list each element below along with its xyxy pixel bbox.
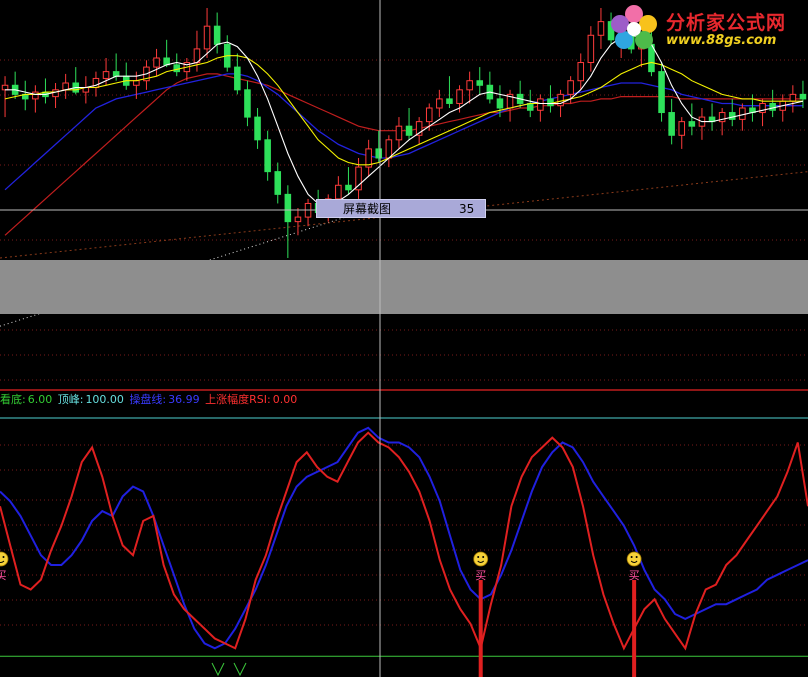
bottom-v-marker [233,662,247,677]
candle-body [294,216,302,223]
candle-body [395,125,403,141]
smiley-eye [482,556,485,558]
candle-body [375,148,383,159]
legend-trade-line-value: 36.99 [168,393,200,406]
smiley-eye [635,556,638,558]
candle-body [405,125,413,136]
candle-body [496,98,504,109]
candle-body [102,71,110,79]
candle-body [133,80,140,86]
candle-body [466,80,473,91]
candle-body [688,121,696,127]
bottom-v-marker [211,662,225,677]
candle-body [456,89,463,104]
legend-trade-line-name: 操盘线: [129,393,167,406]
candle-body [112,71,120,77]
oscillator-series-line [0,431,808,652]
candle-body [577,62,585,82]
candle-body [537,98,544,111]
buy-signal-bar [632,580,637,677]
candle-body [547,98,554,107]
ma-fast-path [5,34,804,207]
candle-body [678,121,686,136]
smiley-face-icon [626,551,642,567]
indicator-legend: 看底: 6.00 顶峰: 100.00 操盘线: 36.99 上涨幅度RSI: 0.00 [0,392,299,408]
buy-signal-label: 买 [629,569,640,582]
tooltip-label: 屏幕截图 [343,202,392,216]
gray-scroll-band[interactable] [0,260,808,314]
candle-body [345,184,352,191]
smiley-eye [630,556,633,558]
candle-body [425,107,433,123]
candle-body [728,112,736,120]
candle-body [274,171,282,195]
buy-signal-label: 买 [0,569,7,582]
price-grid [0,59,808,381]
candle-body [203,25,211,50]
smiley-face-icon [473,551,489,567]
smiley-face [626,551,642,567]
candle-body [264,139,271,173]
flower-logo-icon [611,5,657,49]
candle-body [597,21,605,36]
candle-body [173,64,181,73]
candle-body [254,116,261,141]
candle-body [335,184,342,200]
candle-body [52,89,59,98]
candle-body [789,93,797,102]
candle-body [234,66,241,91]
tooltip-value: 35 [459,202,475,216]
site-logo[interactable]: 分析家公式网 www.88gs.com [606,2,806,54]
candle-body [244,89,251,118]
candle-body [32,91,39,100]
candle-body [446,98,453,104]
smiley-face-icon [0,551,9,567]
candle-body [799,93,807,100]
smiley-face [473,551,489,567]
legend-bottom-value: 6.00 [27,393,53,406]
logo-url: www.88gs.com [666,33,777,48]
crosshair-tooltip: 屏幕截图 35 [316,199,486,218]
candle-body [668,112,675,136]
logo-title: 分析家公式网 [666,12,787,34]
legend-bottom-name: 看底: [0,393,26,406]
legend-peak-name: 顶峰: [57,393,84,406]
ma-mid-path [4,55,803,166]
candle-body [769,102,776,111]
candle-body [739,107,746,120]
candle-body [153,57,160,68]
candle-body [436,98,443,109]
buy-signal-bar [478,580,483,677]
candle-body [213,25,221,45]
candle-body [1,84,9,91]
legend-rsi-value: 0.00 [272,393,298,406]
candle-body [526,102,534,111]
candle-body [385,139,393,159]
ma-mid-line [4,55,803,166]
oscillator-grid [0,417,808,657]
oscillator-lines [0,426,808,652]
candle-body [658,71,665,114]
buy-signals: 买买买 [0,551,642,677]
candle-body [567,80,574,95]
legend-rsi-name: 上涨幅度RSI: [205,393,271,406]
smiley-face [0,551,9,567]
buy-signal-label: 买 [475,569,486,582]
stock-chart-canvas: 买买买 [0,0,808,677]
legend-peak-value: 100.00 [85,393,124,406]
smiley-eye [477,556,480,558]
ma-fast-line [5,34,804,207]
candle-body [587,34,595,64]
candle-body [284,193,292,223]
candle-body [163,57,170,66]
candle-body [476,80,484,86]
smiley-eye [2,556,5,558]
